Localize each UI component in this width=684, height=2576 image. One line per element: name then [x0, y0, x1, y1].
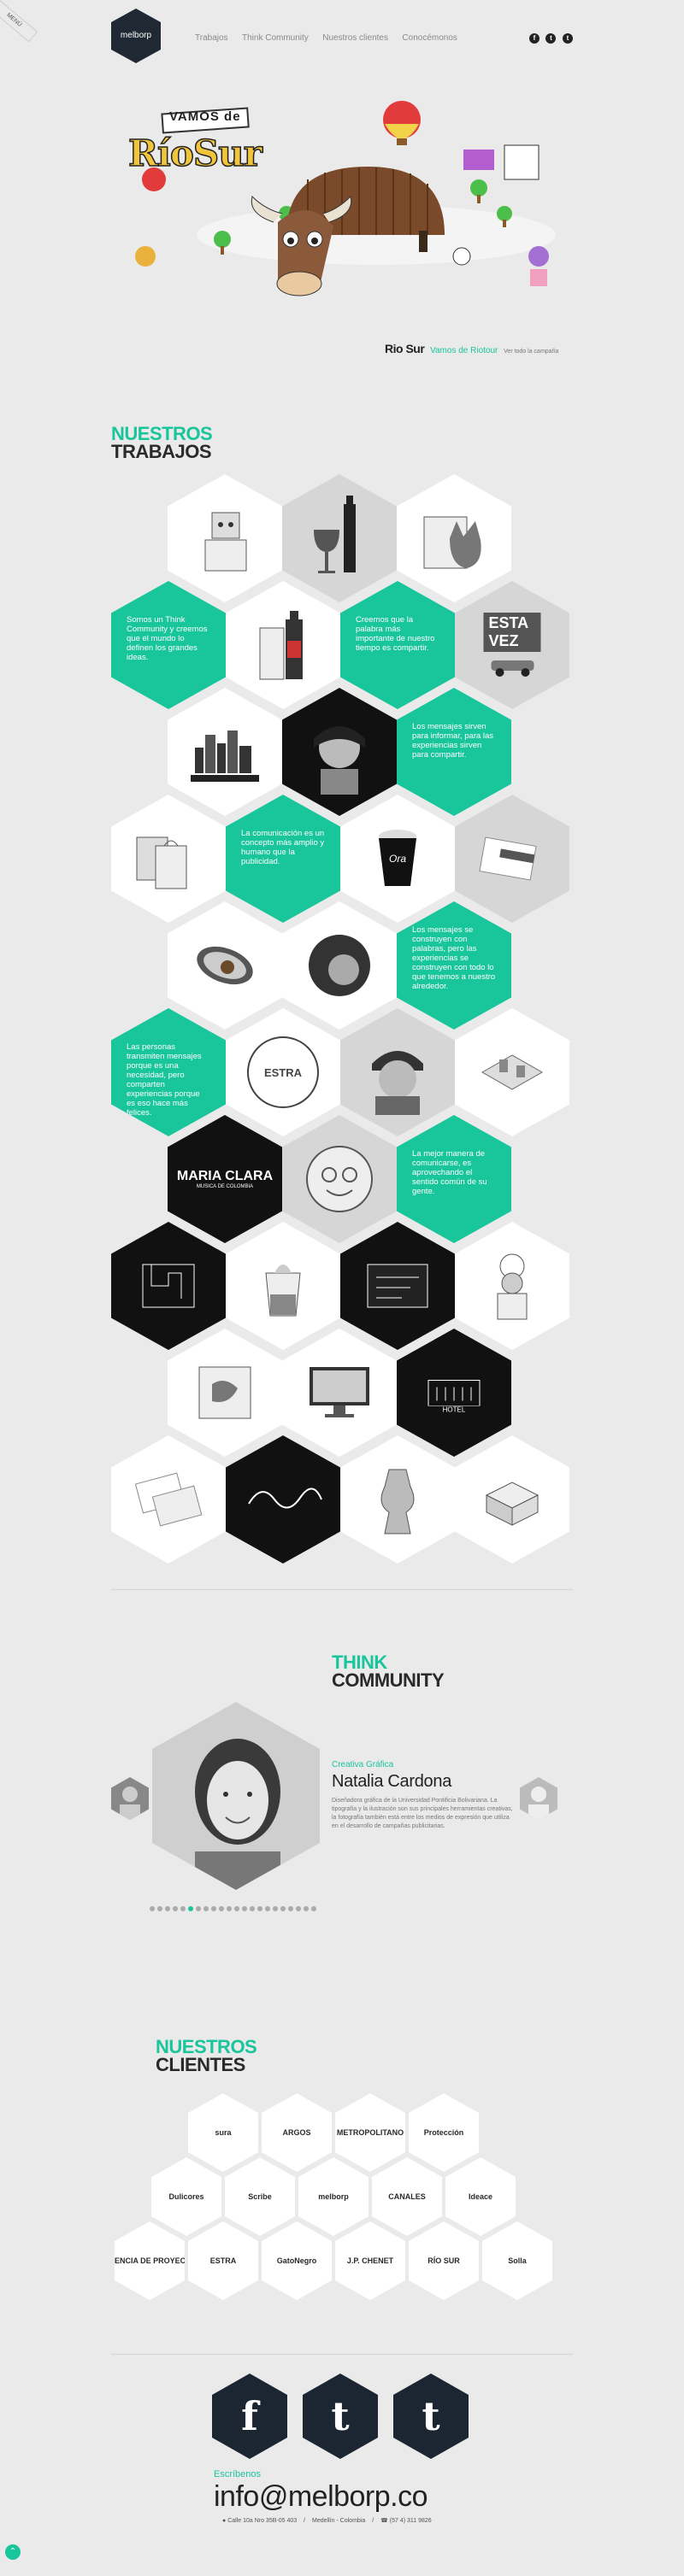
client-logo-label: J.P. CHENET: [346, 2256, 394, 2265]
address: Calle 10a Nro 35B-05 403: [227, 2518, 298, 2524]
client-logo[interactable]: J.P. CHENET: [335, 2221, 405, 2300]
client-logo[interactable]: METROPOLITANO: [335, 2093, 405, 2172]
tumblr-glyph: t: [422, 2393, 440, 2439]
client-logo-label: GatoNegro: [276, 2256, 317, 2265]
facebook-glyph: f: [241, 2393, 258, 2439]
section-divider: [111, 2354, 573, 2355]
email-link[interactable]: info@melborp.co: [214, 2479, 504, 2514]
client-logo[interactable]: Ideace: [445, 2157, 516, 2236]
client-logo-label: Scribe: [248, 2192, 272, 2201]
client-logo[interactable]: GatoNegro: [262, 2221, 332, 2300]
twitter-glyph: t: [331, 2393, 350, 2439]
back-to-top-button[interactable]: ⌃: [5, 2544, 21, 2560]
client-logo[interactable]: GERENCIA DE PROYECTOS: [115, 2221, 185, 2300]
client-logo[interactable]: ESTRA: [188, 2221, 258, 2300]
clients-grid: sura ARGOS METROPOLITANO Protección Dulicore…: [0, 0, 684, 2576]
write-us-label: Escríbenos: [214, 2469, 262, 2479]
separator: /: [372, 2518, 374, 2524]
client-logo-label: Dulicores: [168, 2192, 204, 2201]
client-logo[interactable]: Scribe: [225, 2157, 295, 2236]
client-logo[interactable]: RÍO SUR: [409, 2221, 479, 2300]
city: Medellín - Colombia: [312, 2518, 366, 2524]
client-logo-label: METROPOLITANO: [336, 2128, 404, 2137]
contact-block: Escríbenos info@melborp.co ● Calle 10a N…: [214, 2469, 504, 2524]
client-logo-label: Solla: [508, 2256, 527, 2265]
client-logo-label: GERENCIA DE PROYECTOS: [115, 2256, 185, 2265]
client-logo-label: ARGOS: [282, 2128, 311, 2137]
location-pin-icon: ●: [222, 2518, 227, 2524]
client-logo-label: sura: [215, 2128, 232, 2137]
phone: (57 4) 311 9826: [389, 2518, 432, 2524]
client-logo[interactable]: Protección: [409, 2093, 479, 2172]
phone-icon: ☎: [380, 2518, 388, 2524]
client-logo[interactable]: ARGOS: [262, 2093, 332, 2172]
separator: /: [304, 2518, 306, 2524]
client-logo[interactable]: sura: [188, 2093, 258, 2172]
client-logo-label: ESTRA: [209, 2256, 237, 2265]
client-logo-label: CANALES: [388, 2192, 426, 2201]
client-logo-label: RÍO SUR: [428, 2256, 460, 2265]
client-logo[interactable]: melborp: [298, 2157, 369, 2236]
client-logo-label: melborp: [318, 2192, 349, 2201]
client-logo[interactable]: Solla: [482, 2221, 552, 2300]
client-logo-label: Protección: [423, 2128, 464, 2137]
client-logo[interactable]: CANALES: [372, 2157, 442, 2236]
contact-details: ● Calle 10a Nro 35B-05 403 / Medellín - …: [222, 2517, 504, 2524]
client-logo-label: Ideace: [468, 2192, 493, 2201]
client-logo[interactable]: Dulicores: [151, 2157, 221, 2236]
